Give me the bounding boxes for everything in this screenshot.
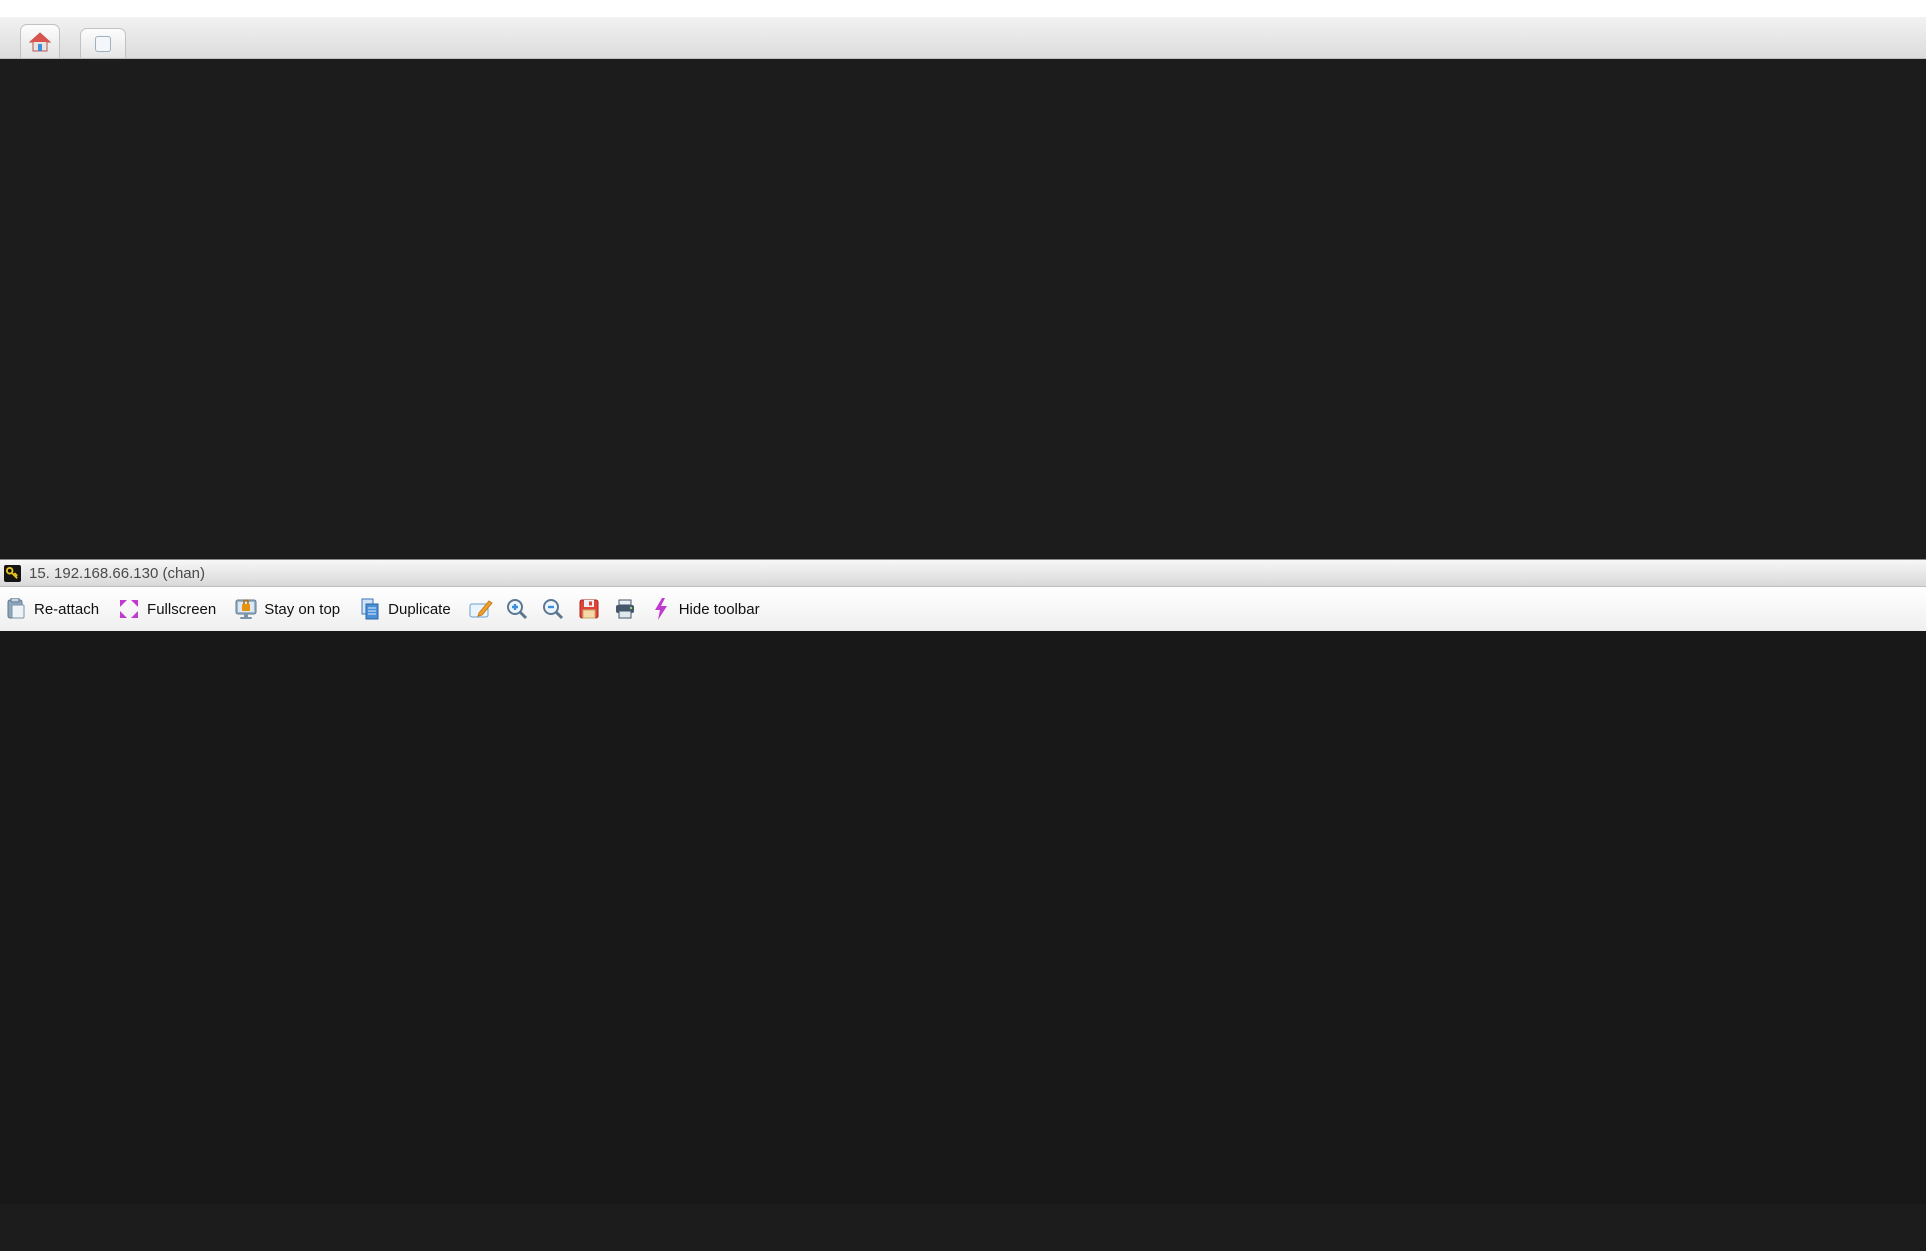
pane-title-bar[interactable]: 15. 192.168.66.130 (chan) [0, 559, 1926, 587]
hide-toolbar-button[interactable]: Hide toolbar [649, 597, 760, 621]
re-attach-button[interactable]: Re-attach [4, 597, 99, 621]
re-attach-icon [4, 597, 28, 621]
plus-icon [95, 36, 111, 52]
htop-terminal-pane[interactable] [0, 59, 1926, 559]
terminal-toolbar: Re-attach Fullscreen Stay on top Duplica… [0, 587, 1926, 631]
print-button[interactable] [613, 597, 637, 621]
zoom-out-button[interactable] [541, 597, 565, 621]
tab-bar [0, 17, 1926, 59]
home-icon [29, 31, 51, 53]
stay-on-top-button[interactable]: Stay on top [234, 597, 340, 621]
menu-bar [0, 0, 1926, 17]
tcpserver-terminal-pane[interactable] [0, 631, 1926, 1204]
save-button[interactable] [577, 597, 601, 621]
edit-button[interactable] [469, 597, 493, 621]
pencil-icon [469, 597, 493, 621]
zoom-out-icon [541, 597, 565, 621]
duplicate-button[interactable]: Duplicate [358, 597, 451, 621]
home-button[interactable] [20, 24, 60, 58]
duplicate-icon [358, 597, 382, 621]
session-key-icon [4, 565, 21, 582]
zoom-in-button[interactable] [505, 597, 529, 621]
zoom-in-icon [505, 597, 529, 621]
pane-title: 15. 192.168.66.130 (chan) [29, 565, 205, 582]
printer-icon [613, 597, 637, 621]
cpu-memory-meters [0, 59, 1926, 85]
lightning-icon [649, 597, 673, 621]
new-tab-button[interactable] [80, 28, 126, 58]
fullscreen-button[interactable]: Fullscreen [117, 597, 216, 621]
stay-on-top-icon [234, 597, 258, 621]
fullscreen-icon [117, 597, 141, 621]
save-icon [577, 597, 601, 621]
